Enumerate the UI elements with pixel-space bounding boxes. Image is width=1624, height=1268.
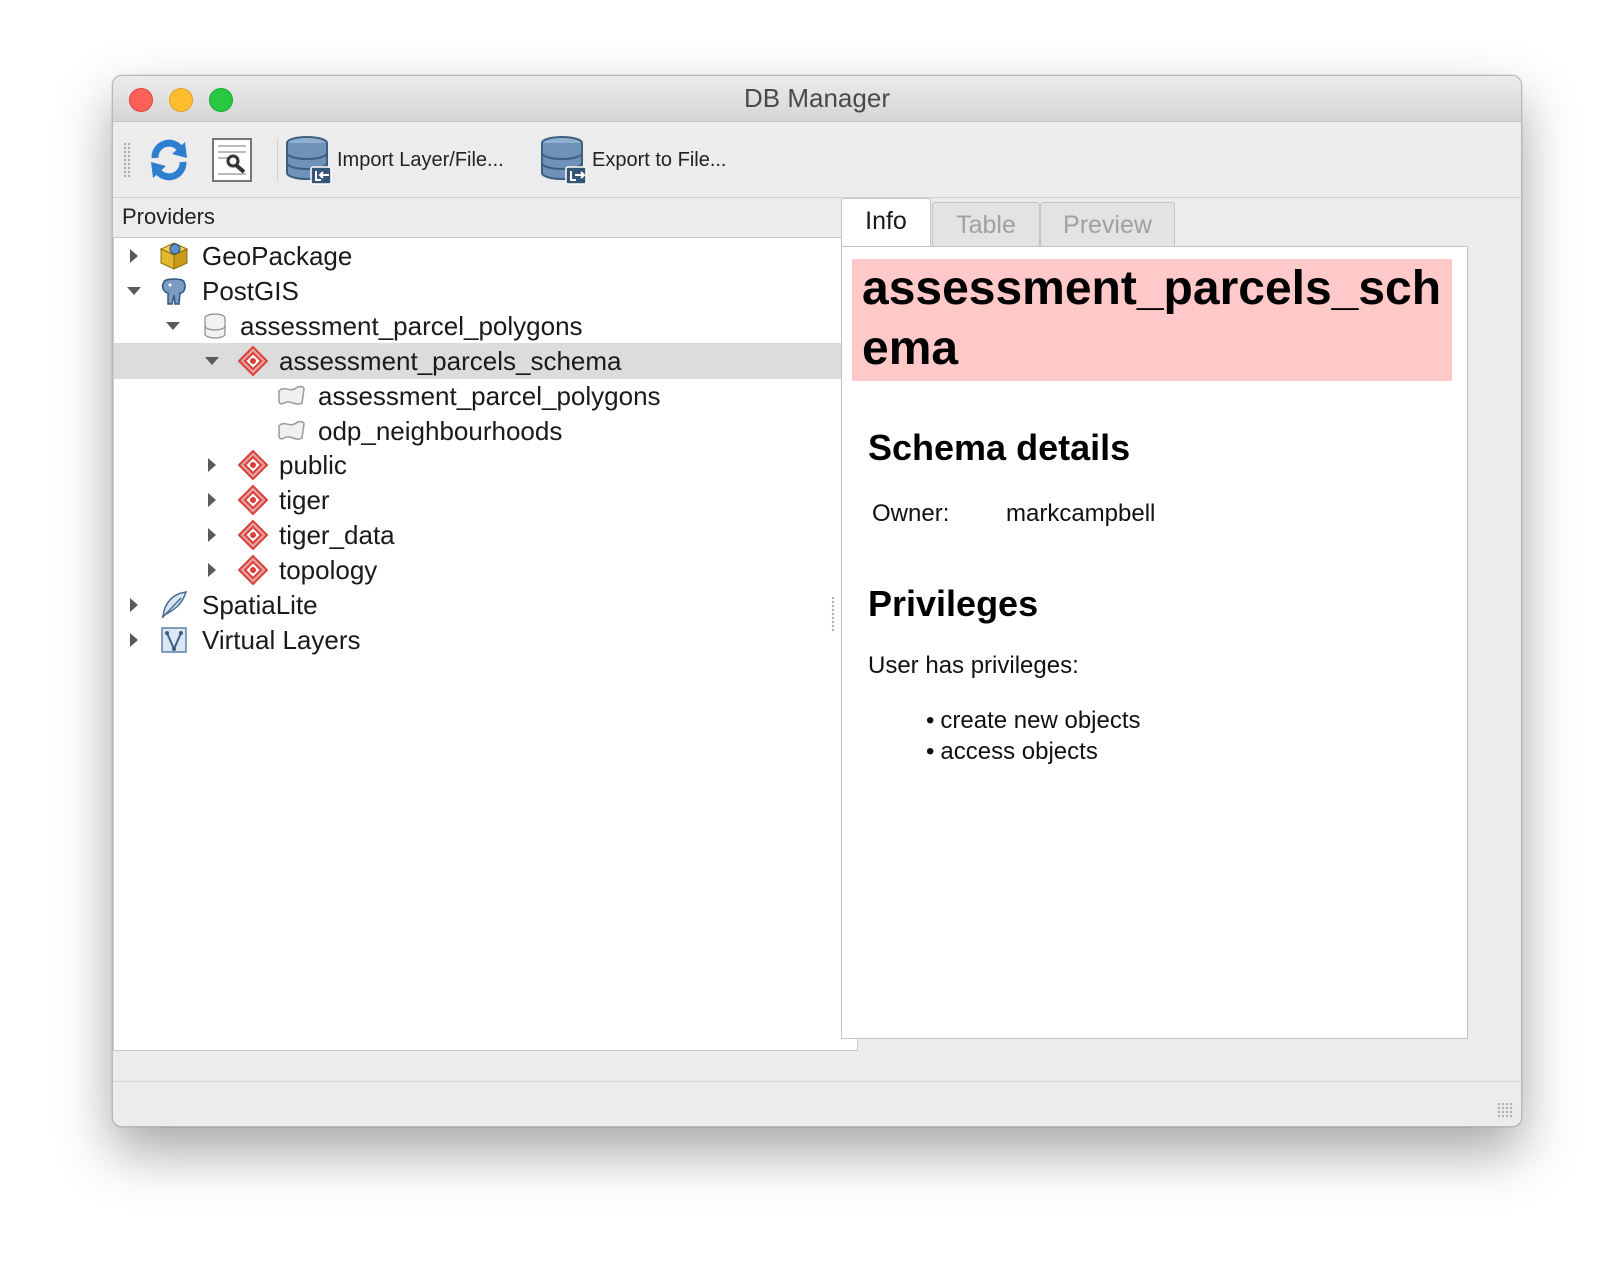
tree-label: tiger_data: [279, 520, 395, 550]
sql-window-icon: [212, 138, 252, 182]
toolbar-grip[interactable]: [123, 142, 131, 178]
expand-arrow-icon[interactable]: [130, 633, 138, 647]
tree-label: assessment_parcel_polygons: [240, 311, 583, 341]
collapse-arrow-icon[interactable]: [166, 322, 180, 330]
schema-name-heading: assessment_parcels_schema: [852, 259, 1452, 381]
window-resize-grip[interactable]: [1497, 1102, 1513, 1118]
tree-label: odp_neighbourhoods: [318, 416, 563, 446]
tree-item-public[interactable]: public: [114, 447, 857, 483]
db-manager-window: DB Manager Import Layer/File... Export t…: [112, 75, 1522, 1127]
tree-label: PostGIS: [202, 276, 299, 306]
privilege-item: access objects: [926, 736, 1141, 767]
export-to-file-label: Export to File...: [592, 148, 727, 171]
window-title: DB Manager: [744, 83, 890, 113]
tree-item-postgis[interactable]: PostGIS: [114, 273, 857, 309]
tree-item-geopackage[interactable]: GeoPackage: [114, 238, 857, 274]
expand-arrow-icon[interactable]: [208, 563, 216, 577]
expand-arrow-icon[interactable]: [130, 249, 138, 263]
expand-arrow-icon[interactable]: [208, 528, 216, 542]
toolbar: Import Layer/File... Export to File...: [113, 122, 1521, 198]
expand-arrow-icon[interactable]: [130, 598, 138, 612]
tree-label: topology: [279, 555, 378, 585]
tree-label: GeoPackage: [202, 241, 353, 271]
geopackage-icon: [159, 242, 189, 270]
collapse-arrow-icon[interactable]: [127, 287, 141, 295]
tree-label: public: [279, 450, 347, 480]
database-icon: [204, 313, 226, 339]
tree-label: assessment_parcels_schema: [279, 346, 622, 376]
tree-item-tiger[interactable]: tiger: [114, 482, 857, 518]
database-import-icon: [286, 136, 332, 185]
expand-arrow-icon[interactable]: [208, 493, 216, 507]
export-to-file-button[interactable]: Export to File...: [540, 132, 727, 188]
import-layer-label: Import Layer/File...: [337, 148, 504, 171]
tab-info[interactable]: Info: [841, 198, 931, 248]
polygon-layer-icon: [278, 385, 305, 405]
polygon-layer-icon: [278, 420, 305, 440]
virtual-layers-icon: [161, 627, 187, 653]
tree-label: assessment_parcel_polygons: [318, 381, 661, 411]
tab-preview[interactable]: Preview: [1040, 202, 1175, 246]
expand-arrow-icon[interactable]: [208, 458, 216, 472]
tree-item-connection[interactable]: assessment_parcel_polygons: [114, 308, 857, 344]
postgis-elephant-icon: [161, 278, 186, 305]
tree-label: SpatiaLite: [202, 590, 318, 620]
providers-tree[interactable]: GeoPackage PostGIS assessment_parcel_pol…: [113, 237, 858, 1051]
owner-label: Owner:: [872, 500, 950, 527]
import-layer-button[interactable]: Import Layer/File...: [285, 132, 504, 188]
privilege-item: create new objects: [926, 705, 1140, 736]
privileges-title: Privileges: [868, 583, 1039, 624]
tree-item-topology[interactable]: topology: [114, 552, 857, 588]
tab-table[interactable]: Table: [932, 202, 1040, 246]
toolbar-separator: [277, 138, 278, 182]
schema-details-title: Schema details: [868, 427, 1131, 468]
tree-item-assessment-parcels-schema[interactable]: assessment_parcels_schema: [114, 343, 857, 379]
schema-icon: [238, 520, 268, 550]
schema-icon: [238, 555, 268, 585]
tree-item-spatialite[interactable]: SpatiaLite: [114, 587, 857, 623]
tree-item-table-assessment-parcel-polygons[interactable]: assessment_parcel_polygons: [114, 378, 857, 414]
schema-icon: [238, 346, 268, 376]
feather-icon: [161, 591, 188, 619]
info-panel: assessment_parcels_schema Schema details…: [841, 246, 1468, 1039]
providers-label: Providers: [122, 204, 215, 229]
title-bar: DB Manager: [113, 76, 1521, 122]
schema-icon: [238, 450, 268, 480]
schema-icon: [238, 485, 268, 515]
tree-item-tiger-data[interactable]: tiger_data: [114, 517, 857, 553]
refresh-button[interactable]: [145, 132, 193, 188]
privileges-list: create new objects access objects: [926, 705, 1141, 767]
tree-item-table-odp-neighbourhoods[interactable]: odp_neighbourhoods: [114, 413, 857, 449]
sql-window-button[interactable]: [211, 132, 253, 188]
panel-splitter-handle[interactable]: [831, 596, 835, 632]
privileges-intro: User has privileges:: [868, 652, 1079, 679]
status-bar: [113, 1081, 1521, 1126]
collapse-arrow-icon[interactable]: [205, 357, 219, 365]
refresh-icon: [151, 139, 187, 181]
tree-label: Virtual Layers: [202, 625, 361, 655]
owner-value: markcampbell: [1006, 500, 1156, 527]
tree-label: tiger: [279, 485, 330, 515]
tree-item-virtual-layers[interactable]: Virtual Layers: [114, 622, 857, 658]
database-export-icon: [541, 136, 587, 185]
